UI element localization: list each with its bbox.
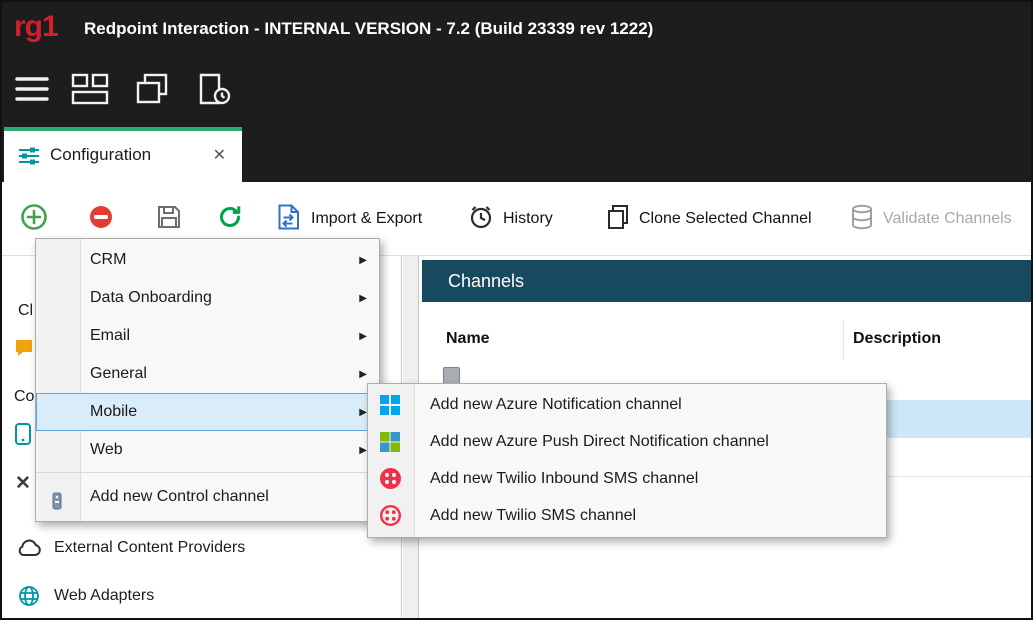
windows-icon: [379, 393, 402, 416]
menu-item-label: Add new Control channel: [90, 488, 269, 505]
menu-item-crm[interactable]: CRM ▶: [36, 241, 379, 279]
submenu-arrow-icon: ▶: [359, 394, 367, 432]
remove-icon: [88, 204, 114, 235]
submenu-item-azure-push-direct[interactable]: Add new Azure Push Direct Notification c…: [368, 423, 886, 460]
title-bar: rg1 Redpoint Interaction - INTERNAL VERS…: [2, 2, 1031, 55]
import-export-button[interactable]: Import & Export: [276, 201, 422, 237]
menu-item-data-onboarding[interactable]: Data Onboarding ▶: [36, 279, 379, 317]
panels-icon: [71, 73, 109, 110]
menu-item-general[interactable]: General ▶: [36, 355, 379, 393]
history-button[interactable]: History: [468, 201, 553, 237]
scheduled-documents-button[interactable]: [192, 73, 236, 109]
menu-item-label: Email: [90, 327, 130, 344]
refresh-button[interactable]: [216, 201, 244, 237]
submenu-item-label: Add new Twilio SMS channel: [430, 507, 636, 524]
chat-bubble-icon: [14, 338, 34, 363]
sidebar-occluded-label-1: Cl: [18, 302, 33, 320]
x-channel-icon: ✕: [15, 472, 31, 495]
tab-close-icon[interactable]: ✕: [213, 145, 226, 165]
validate-label: Validate Channels: [883, 210, 1012, 228]
application-window: rg1 Redpoint Interaction - INTERNAL VERS…: [0, 0, 1033, 620]
submenu-arrow-icon: ▶: [359, 242, 367, 280]
add-channel-menu: CRM ▶ Data Onboarding ▶ Email ▶ General …: [35, 238, 380, 522]
submenu-item-twilio-sms[interactable]: Add new Twilio SMS channel: [368, 497, 886, 534]
menu-item-label: Web: [90, 441, 123, 458]
database-icon: [850, 204, 874, 235]
submenu-item-label: Add new Azure Notification channel: [430, 396, 682, 413]
remove-channel-button[interactable]: [88, 201, 114, 237]
sidebar-item-external-content-providers[interactable]: External Content Providers: [2, 528, 401, 568]
menu-item-label: General: [90, 365, 147, 382]
azure-push-icon: [379, 430, 402, 453]
layout-panels-button[interactable]: [68, 73, 112, 109]
hamburger-icon: [15, 75, 49, 108]
menu-separator: [36, 472, 379, 473]
column-header-name[interactable]: Name: [446, 330, 490, 348]
menu-item-mobile[interactable]: Mobile ▶: [36, 393, 379, 431]
save-button[interactable]: [156, 201, 182, 237]
sidebar-occluded-label-2: Co: [14, 388, 34, 406]
clone-channel-button[interactable]: Clone Selected Channel: [606, 201, 812, 237]
submenu-arrow-icon: ▶: [359, 432, 367, 470]
twilio-ring-icon: [379, 504, 402, 527]
grid-header: Name Description: [422, 320, 1031, 361]
save-icon: [156, 204, 182, 235]
copy-window-icon: [135, 73, 169, 110]
redpoint-logo: rg1: [14, 10, 58, 44]
import-export-label: Import & Export: [311, 210, 422, 228]
menu-item-web[interactable]: Web ▶: [36, 431, 379, 469]
mobile-phone-icon: [14, 422, 32, 451]
sidebar-item-web-adapters[interactable]: Web Adapters: [2, 576, 401, 616]
add-channel-button[interactable]: [20, 201, 48, 237]
control-channel-icon: [47, 486, 67, 528]
submenu-item-label: Add new Twilio Inbound SMS channel: [430, 470, 698, 487]
validate-channels-button[interactable]: Validate Channels: [850, 201, 1012, 237]
copy-window-button[interactable]: [130, 73, 174, 109]
clone-label: Clone Selected Channel: [639, 210, 812, 228]
sidebar-item-label: Web Adapters: [54, 587, 154, 605]
configuration-icon: [18, 146, 40, 171]
window-title: Redpoint Interaction - INTERNAL VERSION …: [84, 19, 653, 39]
mobile-submenu: Add new Azure Notification channel Add n…: [367, 383, 887, 538]
menu-item-add-control-channel[interactable]: Add new Control channel: [36, 476, 379, 518]
refresh-icon: [216, 203, 244, 236]
add-icon: [20, 203, 48, 236]
history-label: History: [503, 210, 553, 228]
main-menu-button[interactable]: [10, 73, 54, 109]
panel-title: Channels: [448, 271, 524, 291]
submenu-item-label: Add new Azure Push Direct Notification c…: [430, 433, 769, 450]
submenu-item-twilio-inbound-sms[interactable]: Add new Twilio Inbound SMS channel: [368, 460, 886, 497]
column-header-description[interactable]: Description: [853, 330, 941, 348]
document-clock-icon: [197, 73, 231, 110]
submenu-arrow-icon: ▶: [359, 318, 367, 356]
channels-panel-header: Channels: [422, 260, 1031, 302]
tab-label: Configuration: [50, 145, 151, 165]
menu-item-label: Mobile: [90, 403, 137, 420]
submenu-item-azure-notification[interactable]: Add new Azure Notification channel: [368, 386, 886, 423]
sidebar-item-label: External Content Providers: [54, 539, 245, 557]
clone-icon: [606, 204, 630, 235]
import-export-icon: [276, 203, 302, 236]
globe-icon: [14, 584, 44, 608]
cloud-icon: [14, 539, 44, 557]
tab-configuration[interactable]: Configuration ✕: [4, 127, 242, 182]
main-icon-bar: [2, 55, 1031, 127]
menu-item-label: CRM: [90, 251, 126, 268]
menu-item-label: Data Onboarding: [90, 289, 212, 306]
channel-row-icon: [443, 367, 460, 384]
tab-strip: Configuration ✕: [2, 127, 1031, 182]
menu-item-email[interactable]: Email ▶: [36, 317, 379, 355]
submenu-arrow-icon: ▶: [359, 356, 367, 394]
twilio-icon: [379, 467, 402, 490]
submenu-arrow-icon: ▶: [359, 280, 367, 318]
history-clock-icon: [468, 204, 494, 235]
